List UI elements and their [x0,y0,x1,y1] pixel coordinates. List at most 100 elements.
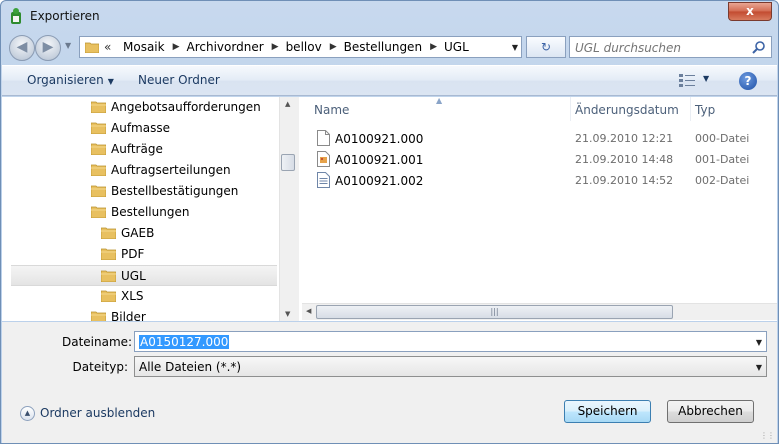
folder-icon [100,269,117,283]
refresh-button[interactable]: ↻ [526,36,566,58]
tree-item-label: Auftragserteilungen [111,163,231,177]
tree-item[interactable]: PDF [11,244,277,265]
help-icon: ? [744,74,752,88]
tree-item[interactable]: Aufträge [11,139,277,160]
toolbar: Organisieren ▼ Neuer Ordner ▼ ? [2,65,777,96]
breadcrumb-item[interactable]: Bestellungen [339,40,428,54]
file-name: A0100921.002 [335,174,424,188]
tree-item[interactable]: Angebotsaufforderungen [11,97,277,118]
forward-button[interactable]: ▶ [35,35,61,61]
folder-icon [90,100,107,114]
column-header-type[interactable]: Typ [695,103,715,117]
column-divider[interactable] [570,97,571,121]
scroll-left-icon[interactable]: ◀ [306,307,311,315]
filename-field[interactable]: A0150127.000 ▼ [134,331,767,352]
filetype-value: Alle Dateien (*.*) [139,360,242,374]
tree-item[interactable]: Bestellungen [11,202,277,223]
chevron-right-icon[interactable]: ▶ [171,40,182,54]
scrollbar-thumb[interactable] [281,154,295,171]
filetype-select[interactable]: Alle Dateien (*.*) ▼ [134,356,767,377]
back-button[interactable]: ◀ [9,35,35,61]
back-arrow-icon: ◀ [16,39,28,55]
chevron-right-icon[interactable]: ▶ [270,40,281,54]
breadcrumb-overflow[interactable]: « [104,40,111,54]
hide-folders-toggle[interactable]: ▲ Ordner ausblenden [20,406,155,421]
folder-icon [100,289,117,303]
text-file-icon [317,172,330,188]
column-header-date[interactable]: Änderungsdatum [575,103,679,117]
tree-scrollbar[interactable]: ▲ ▼ [279,97,296,321]
view-options-icon[interactable] [678,72,696,88]
organise-label: Organisieren [27,73,104,87]
file-date: 21.09.2010 12:21 [575,132,674,145]
filename-value[interactable]: A0150127.000 [139,335,230,349]
chevron-down-icon[interactable]: ▼ [756,363,762,372]
filename-label: Dateiname: [62,335,133,349]
file-date: 21.09.2010 14:52 [575,174,674,187]
scroll-down-icon[interactable]: ▼ [285,310,290,318]
tree-item-label: GAEB [121,226,155,240]
cancel-button[interactable]: Abbrechen [667,400,754,423]
pane-splitter[interactable] [296,97,299,321]
file-row[interactable]: A0100921.001 21.09.2010 14:48 001-Datei [302,149,777,170]
sort-ascending-icon: ▲ [436,96,443,105]
file-row[interactable]: A0100921.002 21.09.2010 14:52 002-Datei [302,170,777,191]
tree-item-label: Bestellbestätigungen [111,184,239,198]
tree-item-label: XLS [121,289,144,303]
scroll-up-icon[interactable]: ▲ [285,100,290,108]
breadcrumb-item[interactable]: bellov [281,40,328,54]
tree-item-label: Aufmasse [111,121,170,135]
column-divider[interactable] [690,97,691,121]
tree-item[interactable]: XLS [11,286,277,307]
file-type: 002-Datei [695,174,750,187]
export-dialog: Exportieren x ◀ ▶ ▼ « Mosaik ▶ Archivord… [0,0,779,444]
tree-item[interactable]: UGL [11,265,277,286]
chevron-right-icon[interactable]: ▶ [428,40,439,54]
file-list-scrollbar[interactable]: ◀ ||| [302,303,777,320]
column-header-name[interactable]: Name [314,103,349,117]
tree-item[interactable]: Bilder [11,307,277,321]
tree-item[interactable]: Auftragserteilungen [11,160,277,181]
file-row[interactable]: A0100921.000 21.09.2010 12:21 000-Datei [302,128,777,149]
title-bar: Exportieren x [1,1,778,31]
chevron-right-icon[interactable]: ▶ [328,40,339,54]
app-icon [11,8,21,24]
recent-pages-dropdown[interactable]: ▼ [65,41,71,50]
file-date: 21.09.2010 14:48 [575,153,674,166]
folder-icon [90,121,107,135]
search-input[interactable] [575,39,745,56]
file-list: ▲ Name Änderungsdatum Typ A0100921.000 21… [302,96,777,321]
tree-item-label: Aufträge [111,142,163,156]
resize-grip-icon[interactable]: ⋮⋮ [760,431,775,440]
breadcrumb-item[interactable]: Mosaik [118,40,171,54]
blank-file-icon [317,130,330,146]
close-button[interactable]: x [728,2,772,21]
address-bar[interactable]: « Mosaik ▶ Archivordner ▶ bellov ▶ Beste… [79,36,522,58]
address-dropdown-icon[interactable]: ▼ [512,43,518,52]
filetype-label: Dateityp: [72,360,128,374]
image-file-icon [317,151,330,167]
search-box[interactable] [569,36,772,58]
tree-item[interactable]: Aufmasse [11,118,277,139]
breadcrumb-item[interactable]: Archivordner [182,40,270,54]
chevron-up-icon: ▲ [20,406,35,421]
forward-arrow-icon: ▶ [42,39,54,55]
help-button[interactable]: ? [739,72,757,90]
folder-icon [100,226,117,240]
breadcrumb-item[interactable]: UGL [439,40,475,54]
search-icon[interactable] [752,40,766,54]
organise-button[interactable]: Organisieren ▼ [27,73,114,87]
navigation-row: ◀ ▶ ▼ « Mosaik ▶ Archivordner ▶ bellov ▶… [9,34,772,61]
folder-icon [90,163,107,177]
chevron-down-icon: ▼ [107,77,114,86]
file-name: A0100921.000 [335,132,424,146]
folder-icon [90,142,107,156]
view-dropdown-icon[interactable]: ▼ [703,74,709,83]
scrollbar-thumb[interactable]: ||| [316,305,673,319]
save-button[interactable]: Speichern [564,400,651,423]
tree-item[interactable]: GAEB [11,223,277,244]
chevron-down-icon[interactable]: ▼ [756,338,762,347]
file-type: 001-Datei [695,153,750,166]
new-folder-button[interactable]: Neuer Ordner [138,73,220,87]
tree-item[interactable]: Bestellbestätigungen [11,181,277,202]
